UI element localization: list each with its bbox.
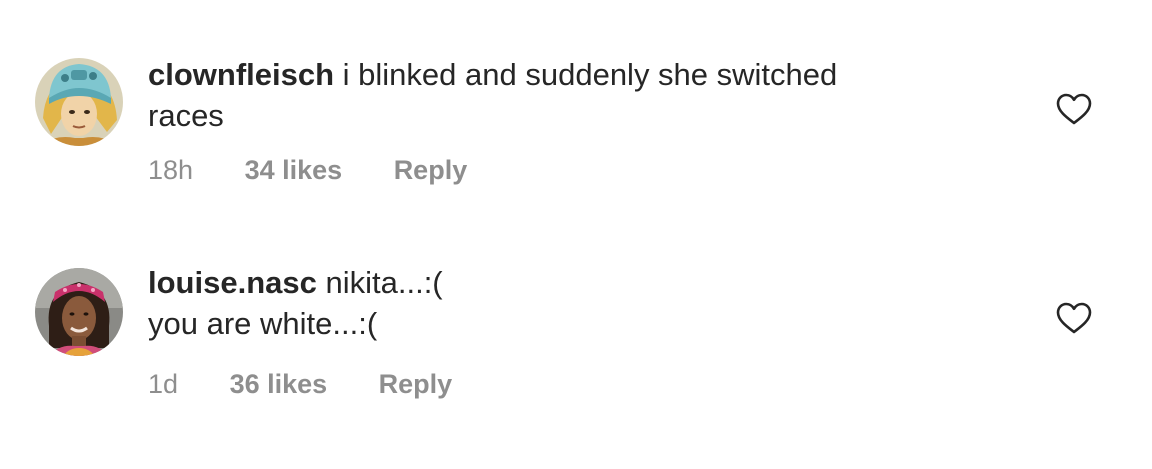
comment-timestamp: 18h xyxy=(148,155,194,185)
comment-body-line1: i blinked and suddenly she switched xyxy=(342,57,838,92)
comment-text: clownfleisch i blinked and suddenly she … xyxy=(148,54,1008,136)
comment-text: louise.nasc nikita...:( you are white...… xyxy=(148,262,1008,344)
profile-photo-avatar-icon xyxy=(35,268,123,356)
comment-body-line2: races xyxy=(148,98,224,133)
avatar[interactable] xyxy=(35,58,123,146)
heart-outline-icon xyxy=(1056,93,1092,125)
comment-meta: 1d 36 likes Reply xyxy=(148,368,496,400)
comment-item: louise.nasc nikita...:( you are white...… xyxy=(0,230,1152,469)
comment-username[interactable]: clownfleisch xyxy=(148,57,334,92)
reply-button[interactable]: Reply xyxy=(394,154,468,186)
like-button[interactable] xyxy=(1055,301,1093,335)
avatar[interactable] xyxy=(35,268,123,356)
comment-item: clownfleisch i blinked and suddenly she … xyxy=(0,0,1152,230)
anime-character-avatar-icon xyxy=(35,58,123,146)
reply-button[interactable]: Reply xyxy=(379,368,453,400)
heart-outline-icon xyxy=(1056,302,1092,334)
comment-likes-count[interactable]: 34 likes xyxy=(245,154,343,186)
comment-body-line2: you are white...:( xyxy=(148,306,378,341)
like-button[interactable] xyxy=(1055,92,1093,126)
comment-meta: 18h 34 likes Reply xyxy=(148,154,511,186)
comment-likes-count[interactable]: 36 likes xyxy=(230,368,328,400)
comment-body-line1: nikita...:( xyxy=(325,265,443,300)
comment-username[interactable]: louise.nasc xyxy=(148,265,317,300)
comment-timestamp: 1d xyxy=(148,369,179,399)
